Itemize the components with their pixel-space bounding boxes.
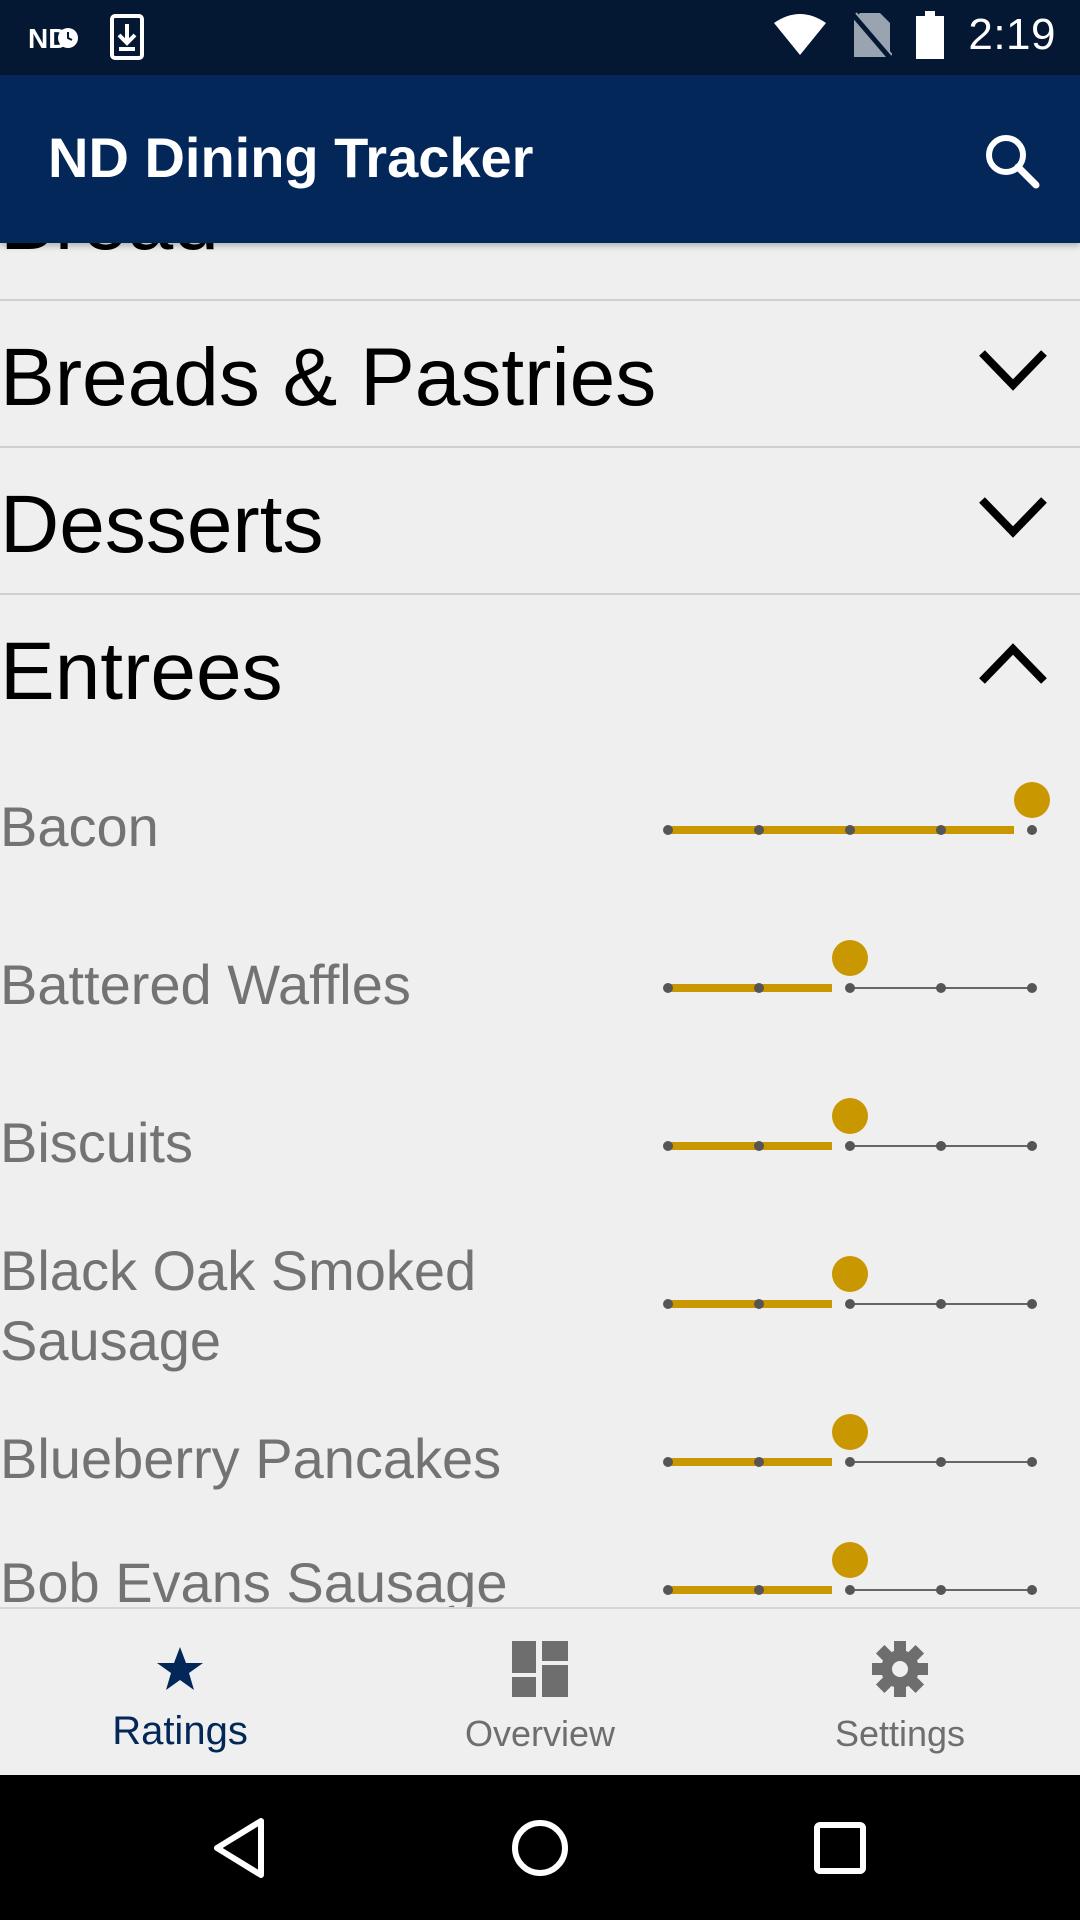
- nav-ratings[interactable]: Ratings: [0, 1609, 360, 1777]
- rating-slider[interactable]: [660, 1252, 1060, 1332]
- list-item: Black Oak Smoked Sausage: [0, 1224, 1080, 1382]
- star-icon: [157, 1647, 203, 1690]
- list-item: Battered Waffles: [0, 908, 1080, 1066]
- slider-thumb[interactable]: [832, 1542, 868, 1578]
- status-bar: ND 2:19: [0, 0, 1080, 75]
- chevron-down-icon: [979, 497, 1047, 538]
- recents-icon[interactable]: [807, 1815, 873, 1881]
- app-bar: ND Dining Tracker: [0, 75, 1080, 243]
- category-label: Breads & Pastries: [0, 332, 657, 423]
- chevron-up-icon: [979, 643, 1047, 684]
- rating-slider[interactable]: [660, 1094, 1060, 1174]
- item-name: Bob Evans Sausage: [0, 1551, 508, 1607]
- home-icon[interactable]: [507, 1815, 573, 1881]
- rating-slider[interactable]: [660, 936, 1060, 1016]
- search-icon[interactable]: [982, 131, 1042, 191]
- back-icon[interactable]: [207, 1815, 273, 1881]
- system-navigation-bar: [0, 1775, 1080, 1920]
- gear-icon: [872, 1641, 928, 1697]
- category-header-entrees[interactable]: Entrees: [0, 595, 1080, 740]
- app-title: ND Dining Tracker: [48, 126, 534, 189]
- wifi-icon: [774, 14, 827, 55]
- item-name: Black Oak Smoked Sausage: [0, 1239, 477, 1372]
- nav-label: Settings: [834, 1713, 966, 1754]
- no-sim-icon: [852, 12, 893, 59]
- ratings-list[interactable]: Bread Breads & Pastries Desserts Entrees…: [0, 243, 1080, 1607]
- category-label: Entrees: [0, 626, 283, 717]
- category-header-desserts[interactable]: Desserts: [0, 448, 1080, 595]
- slider-thumb[interactable]: [832, 1256, 868, 1292]
- download-icon: [110, 14, 144, 60]
- item-name: Biscuits: [0, 1111, 193, 1174]
- item-name: Blueberry Pancakes: [0, 1427, 502, 1490]
- status-time: 2:19: [968, 10, 1056, 59]
- slider-thumb[interactable]: [832, 1414, 868, 1450]
- nav-settings[interactable]: Settings: [720, 1609, 1080, 1777]
- rating-slider[interactable]: [660, 1410, 1060, 1490]
- chevron-down-icon: [979, 350, 1047, 391]
- battery-icon: [916, 11, 945, 59]
- category-header-breads-pastries[interactable]: Breads & Pastries: [0, 301, 1080, 448]
- category-header-bread[interactable]: Bread: [0, 243, 1080, 301]
- rating-slider[interactable]: [660, 1538, 1060, 1607]
- category-label: Bread: [0, 243, 219, 269]
- dashboard-icon: [512, 1641, 568, 1697]
- nd-notification-icon: ND: [28, 23, 78, 52]
- nav-label: Ratings: [112, 1709, 248, 1753]
- slider-thumb[interactable]: [1014, 782, 1050, 818]
- rating-slider[interactable]: [660, 778, 1060, 858]
- item-name: Bacon: [0, 795, 159, 858]
- item-name: Battered Waffles: [0, 953, 411, 1016]
- list-item: Blueberry Pancakes: [0, 1382, 1080, 1540]
- category-label: Desserts: [0, 479, 324, 570]
- nav-label: Overview: [464, 1713, 616, 1754]
- list-item: Biscuits: [0, 1066, 1080, 1224]
- list-item: Bob Evans Sausage: [0, 1540, 1080, 1607]
- bottom-navigation: Ratings Overview Settings: [0, 1607, 1080, 1777]
- nav-overview[interactable]: Overview: [360, 1609, 720, 1777]
- slider-thumb[interactable]: [832, 940, 868, 976]
- list-item: Bacon: [0, 750, 1080, 908]
- slider-thumb[interactable]: [832, 1098, 868, 1134]
